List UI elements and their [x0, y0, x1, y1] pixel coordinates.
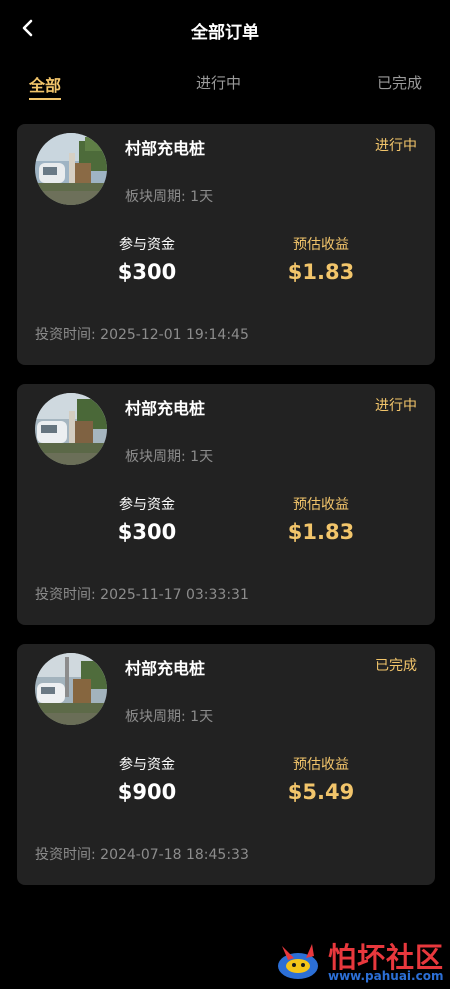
status-badge: 进行中 [375, 398, 417, 414]
earnings-value: $1.83 [287, 520, 355, 544]
earnings-label: 预估收益 [293, 237, 349, 253]
watermark: 怕坏社区 www.pahuai.com [272, 936, 444, 984]
period-text: 板块周期: 1天 [125, 449, 214, 465]
watermark-logo-icon [278, 944, 318, 979]
invested-stat: 参与资金 $300 [77, 234, 217, 284]
product-name: 村部充电桩 [125, 659, 206, 678]
invested-label: 参与资金 [119, 757, 175, 773]
order-card[interactable]: 村部充电桩 进行中 板块周期: 1天 参与资金 $300 预估收益 $1.83 … [17, 124, 435, 365]
tab-all[interactable]: 全部 [29, 72, 62, 100]
invest-time: 投资时间: 2025-12-01 19:14:45 [35, 327, 249, 343]
product-thumbnail [35, 393, 107, 465]
invested-value: $300 [117, 260, 177, 284]
product-name: 村部充电桩 [125, 139, 206, 158]
earnings-stat: 预估收益 $1.83 [251, 234, 391, 284]
header: 全部订单 [0, 0, 450, 58]
earnings-label: 预估收益 [293, 497, 349, 513]
earnings-value: $5.49 [287, 780, 355, 804]
tab-completed[interactable]: 已完成 [377, 72, 422, 93]
invested-value: $900 [117, 780, 177, 804]
status-badge: 进行中 [375, 138, 417, 154]
period-text: 板块周期: 1天 [125, 709, 214, 725]
invest-time: 投资时间: 2024-07-18 18:45:33 [35, 847, 249, 863]
order-card[interactable]: 村部充电桩 进行中 板块周期: 1天 参与资金 $300 预估收益 $1.83 … [17, 384, 435, 625]
earnings-stat: 预估收益 $1.83 [251, 494, 391, 544]
product-thumbnail [35, 653, 107, 725]
period-text: 板块周期: 1天 [125, 189, 214, 205]
earnings-stat: 预估收益 $5.49 [251, 754, 391, 804]
page: 全部订单 全部 进行中 已完成 村部充电桩 进行中 板块周期: 1天 参与资金 … [0, 0, 450, 989]
invested-label: 参与资金 [119, 497, 175, 513]
invested-stat: 参与资金 $300 [77, 494, 217, 544]
earnings-label: 预估收益 [293, 757, 349, 773]
invested-label: 参与资金 [119, 237, 175, 253]
page-title: 全部订单 [191, 23, 259, 43]
watermark-url: www.pahuai.com [328, 969, 444, 983]
invested-stat: 参与资金 $900 [77, 754, 217, 804]
status-badge: 已完成 [375, 658, 417, 674]
tab-ongoing[interactable]: 进行中 [196, 72, 241, 93]
product-name: 村部充电桩 [125, 399, 206, 418]
earnings-value: $1.83 [287, 260, 355, 284]
invested-value: $300 [117, 520, 177, 544]
order-card[interactable]: 村部充电桩 已完成 板块周期: 1天 参与资金 $900 预估收益 $5.49 … [17, 644, 435, 885]
tab-bar: 全部 进行中 已完成 [0, 70, 450, 100]
product-thumbnail [35, 133, 107, 205]
invest-time: 投资时间: 2025-11-17 03:33:31 [35, 587, 249, 603]
